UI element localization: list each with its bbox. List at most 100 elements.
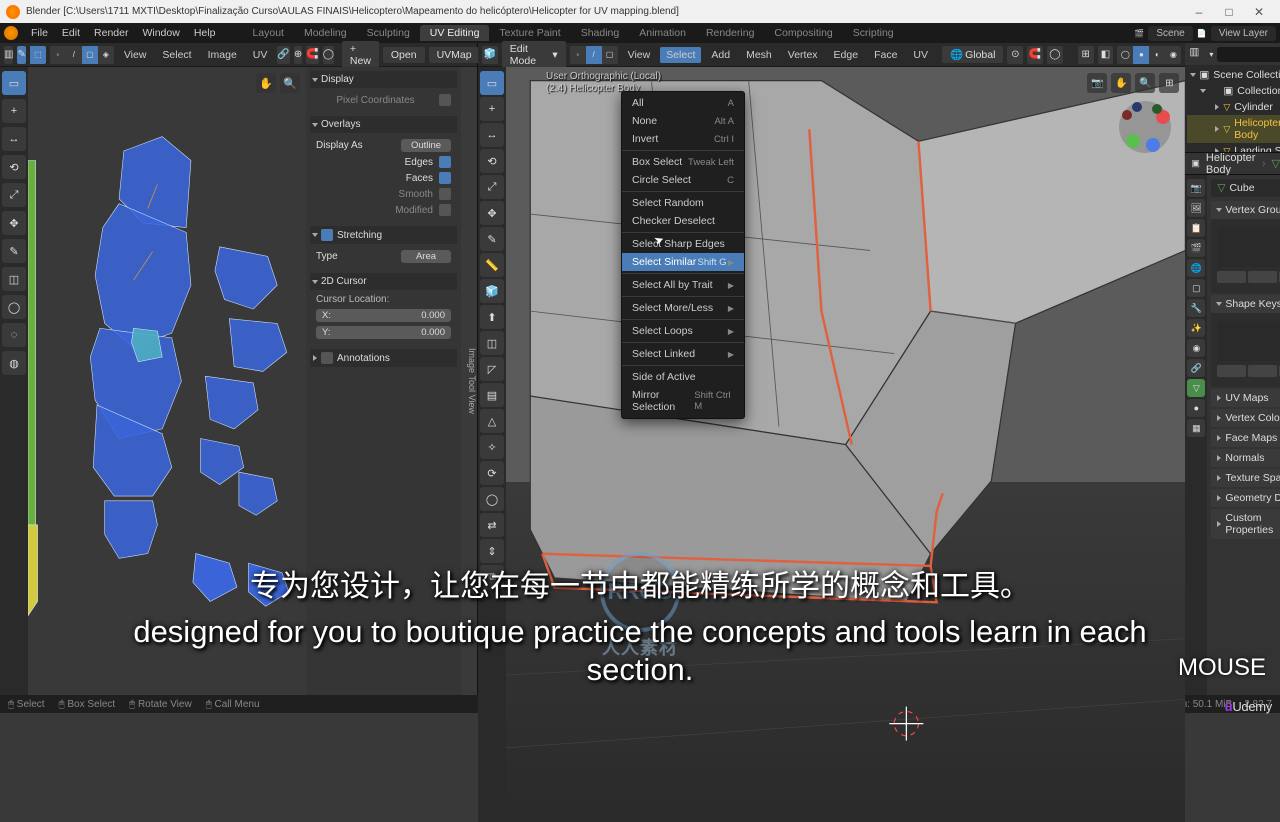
tool-transform[interactable]: ✥	[2, 211, 26, 235]
vp-menu-face[interactable]: Face	[868, 47, 903, 63]
stretching-enable-checkbox[interactable]	[321, 229, 333, 241]
faces-checkbox[interactable]	[439, 172, 451, 184]
uv-map-field[interactable]: UVMap	[429, 47, 480, 63]
vp-menu-uv[interactable]: UV	[907, 47, 934, 63]
menu-help[interactable]: Help	[187, 27, 223, 39]
modified-checkbox[interactable]	[439, 204, 451, 216]
section-vertex-groups[interactable]: Vertex Groups	[1211, 201, 1280, 219]
menu-all[interactable]: AllA	[622, 94, 744, 112]
overlays-toggle[interactable]: ⊞	[1078, 46, 1094, 64]
tool-rip[interactable]: ◫	[2, 267, 26, 291]
prop-tab-material[interactable]: ●	[1187, 399, 1205, 417]
cursor-y-field[interactable]: 0.000	[421, 327, 445, 338]
tool-polybuild[interactable]: ✧	[480, 435, 504, 459]
window-close-button[interactable]: ✕	[1244, 5, 1274, 19]
section-texture-space[interactable]: Texture Space	[1211, 469, 1280, 487]
pixel-coords-checkbox[interactable]	[439, 94, 451, 106]
panel-annotations-header[interactable]: Annotations	[310, 349, 457, 367]
section-vertex-colors[interactable]: Vertex Colors	[1211, 409, 1280, 427]
3d-viewport-canvas[interactable]: User Orthographic (Local) (2.4) Helicopt…	[506, 67, 1185, 822]
tool-scale[interactable]: ⤢	[2, 183, 26, 207]
viewport-pan-icon[interactable]: ✋	[1111, 73, 1131, 93]
annotations-checkbox[interactable]	[321, 352, 333, 364]
uv-snap-toggle[interactable]: 🧲	[306, 46, 318, 64]
edges-checkbox[interactable]	[439, 156, 451, 168]
tool-select-box[interactable]: ▭	[2, 71, 26, 95]
menu-select-loops[interactable]: Select Loops▶	[622, 322, 744, 340]
tool-loopcut[interactable]: ▤	[480, 383, 504, 407]
editor-type-dropdown[interactable]: ▥	[4, 46, 13, 64]
prop-tab-constraints[interactable]: 🔗	[1187, 359, 1205, 377]
vp-menu-add[interactable]: Add	[705, 47, 736, 63]
tool-pinch[interactable]: ◍	[2, 351, 26, 375]
uv-menu-uv[interactable]: UV	[247, 47, 274, 63]
display-as-dropdown[interactable]: Outline	[401, 139, 451, 152]
tool-move[interactable]: ↔	[2, 127, 26, 151]
navigation-gizmo[interactable]	[1115, 97, 1175, 157]
collection-row[interactable]: ▣Collection	[1187, 83, 1280, 99]
tool-rotate[interactable]: ⟲	[2, 155, 26, 179]
tab-scripting[interactable]: Scripting	[843, 25, 904, 41]
shading-mode[interactable]: ◯●◐◉	[1117, 46, 1181, 64]
vp-menu-mesh[interactable]: Mesh	[740, 47, 778, 63]
tool-knife[interactable]: △	[480, 409, 504, 433]
menu-select-random[interactable]: Select Random	[622, 194, 744, 212]
prop-tab-object[interactable]: ▢	[1187, 279, 1205, 297]
shape-keys-list[interactable]: +	[1217, 321, 1280, 361]
menu-select-similar[interactable]: Select SimilarShift G▶	[622, 253, 744, 271]
tool-transform-3d[interactable]: ✥	[480, 201, 504, 225]
uv-pivot-dropdown[interactable]: ⊕	[294, 46, 302, 64]
scene-name-field[interactable]: Scene	[1148, 26, 1192, 41]
tool-smooth-3d[interactable]: ◯	[480, 487, 504, 511]
outliner-item-helicopter-body[interactable]: ▽Helicopter Body👁 📷	[1187, 115, 1280, 143]
outliner-display-mode[interactable]: ▥	[1189, 46, 1205, 62]
tab-shading[interactable]: Shading	[571, 25, 630, 41]
prop-tab-modifiers[interactable]: 🔧	[1187, 299, 1205, 317]
menu-invert[interactable]: InvertCtrl I	[622, 130, 744, 148]
transform-orientation-dropdown[interactable]: 🌐 Global	[942, 46, 1003, 63]
pivot-dropdown[interactable]: ⊙	[1007, 46, 1023, 64]
tool-cursor-3d[interactable]: +	[480, 97, 504, 121]
panel-stretching-header[interactable]: Stretching	[310, 226, 457, 244]
cursor-x-field[interactable]: 0.000	[421, 310, 445, 321]
menu-circle-select[interactable]: Circle SelectC	[622, 171, 744, 189]
vertex-groups-list[interactable]: +	[1217, 227, 1280, 267]
section-uv-maps[interactable]: UV Maps	[1211, 389, 1280, 407]
tool-measure[interactable]: 📏	[480, 253, 504, 277]
menu-select-sharp-edges[interactable]: Select Sharp Edges	[622, 235, 744, 253]
uv-menu-view[interactable]: View	[118, 47, 153, 63]
tab-texture-paint[interactable]: Texture Paint	[489, 25, 570, 41]
tab-rendering[interactable]: Rendering	[696, 25, 764, 41]
smooth-checkbox[interactable]	[439, 188, 451, 200]
tool-shrink-fatten[interactable]: ⇕	[480, 539, 504, 563]
breadcrumb-object[interactable]: Helicopter Body	[1206, 152, 1256, 176]
uv-sync-toggle[interactable]: ⬚	[30, 46, 46, 64]
tool-select-box-3d[interactable]: ▭	[480, 71, 504, 95]
tab-layout[interactable]: Layout	[242, 25, 294, 41]
viewport-ortho-icon[interactable]: ⊞	[1159, 73, 1179, 93]
uv-pan-icon[interactable]: ✋	[256, 73, 276, 93]
prop-tab-world[interactable]: 🌐	[1187, 259, 1205, 277]
viewlayer-name-field[interactable]: View Layer	[1211, 26, 1276, 41]
section-normals[interactable]: Normals	[1211, 449, 1280, 467]
menu-select-linked[interactable]: Select Linked▶	[622, 345, 744, 363]
tool-annotate[interactable]: ✎	[2, 239, 26, 263]
tool-inset[interactable]: ◫	[480, 331, 504, 355]
prop-tab-viewlayer[interactable]: 📋	[1187, 219, 1205, 237]
prop-tab-data[interactable]: ▽	[1187, 379, 1205, 397]
editor-type-dropdown-3d[interactable]: 🧊	[482, 46, 498, 64]
panel-2d-cursor-header[interactable]: 2D Cursor	[310, 273, 457, 290]
tool-add-cube[interactable]: 🧊	[480, 279, 504, 303]
outliner-item-cylinder[interactable]: ▽Cylinder	[1187, 99, 1280, 115]
scene-collection-row[interactable]: ▣Scene Collection	[1187, 67, 1280, 83]
tool-grab[interactable]: ◯	[2, 295, 26, 319]
prop-tab-texture[interactable]: ▦	[1187, 419, 1205, 437]
tool-relax[interactable]: ◌	[2, 323, 26, 347]
tool-edge-slide[interactable]: ⇄	[480, 513, 504, 537]
tab-modeling[interactable]: Modeling	[294, 25, 357, 41]
stretching-type-dropdown[interactable]: Area	[401, 250, 451, 263]
viewport-cam-icon[interactable]: 📷	[1087, 73, 1107, 93]
vp-menu-select[interactable]: Select	[660, 47, 701, 63]
tool-annotate-3d[interactable]: ✎	[480, 227, 504, 251]
prop-tab-render[interactable]: 📷	[1187, 179, 1205, 197]
